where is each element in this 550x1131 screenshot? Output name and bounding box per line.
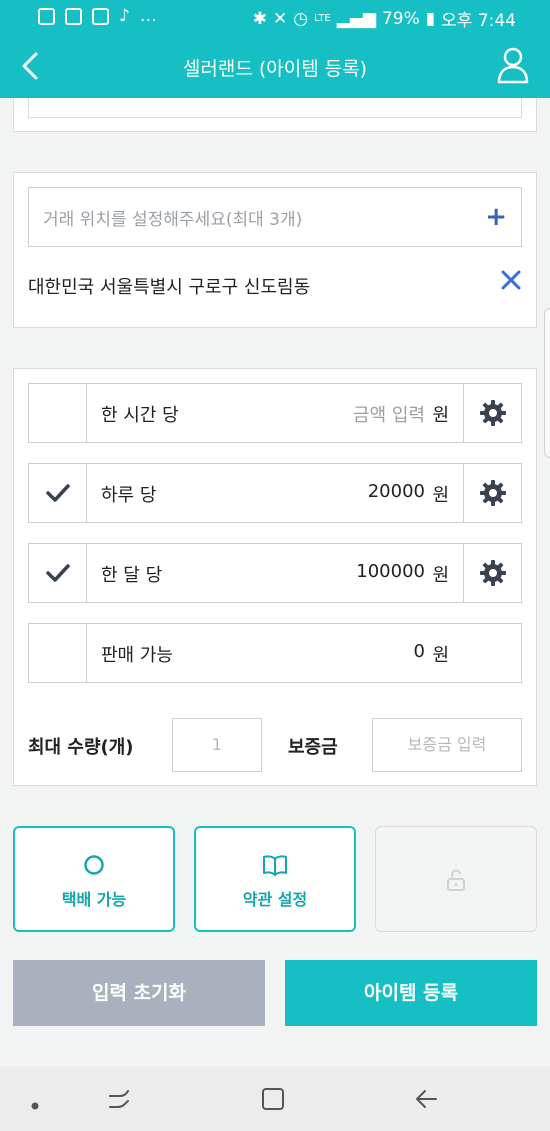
bag-notification-icon [92,7,109,25]
price-row-month[interactable]: 한 달 당 100000 원 [28,543,522,603]
unlock-icon [447,869,465,891]
price-label: 한 달 당 [101,565,163,586]
circle-icon [84,855,104,875]
gear-icon [480,560,506,586]
price-label: 판매 가능 [101,645,173,666]
previous-section-card [13,98,537,132]
mute-icon: ✕ [273,8,288,29]
add-location-icon[interactable]: + [485,204,507,230]
close-icon [501,270,521,290]
price-input[interactable]: 0 [414,641,425,662]
page-title: 셀러랜드 (아이템 등록) [182,58,368,80]
gear-icon [480,400,506,426]
price-unit: 원 [432,405,449,426]
previous-section-field[interactable] [28,98,522,118]
max-quantity-label: 최대 수량(개) [28,737,134,758]
deposit-input[interactable]: 보증금 입력 [372,718,522,772]
price-settings-button[interactable] [463,544,521,602]
price-unit: 원 [432,645,449,666]
alarm-icon: ◷ [293,8,309,29]
system-icons: ✱ ✕ ◷ LTE ▂▄▆ 79% ▮ 오후 7:44 [252,6,516,32]
network-type: LTE [314,13,331,24]
price-input[interactable]: 20000 [368,481,425,502]
price-label: 하루 당 [101,485,157,506]
location-input[interactable]: 거래 위치를 설정해주세요(최대 3개) + [28,187,522,247]
recents-icon [109,1090,129,1108]
profile-button[interactable] [496,46,530,84]
location-card: 거래 위치를 설정해주세요(최대 3개) + 대한민국 서울특별시 구로구 신도… [13,172,537,328]
gear-icon [480,480,506,506]
battery-icon: ▮ [425,8,436,29]
price-row-sale[interactable]: 판매 가능 0 원 [28,623,522,683]
clock: 오후 7:44 [441,11,516,31]
lock-option-button[interactable] [375,826,537,932]
price-row-hour[interactable]: 한 시간 당 금액 입력 원 [28,383,522,443]
user-icon [497,47,529,84]
terms-settings-button[interactable]: 약관 설정 [194,826,356,932]
system-nav-bar [0,1066,550,1131]
recent-apps-button[interactable] [106,1086,132,1116]
price-input[interactable]: 금액 입력 [353,401,425,427]
price-checkbox-hour[interactable] [29,384,87,442]
price-checkbox-month[interactable] [29,544,87,602]
more-notifications-icon: … [139,6,158,26]
back-arrow-icon [416,1090,437,1108]
price-label: 한 시간 당 [101,405,179,426]
price-row-day[interactable]: 하루 당 20000 원 [28,463,522,523]
check-icon [46,484,70,502]
price-checkbox-day[interactable] [29,464,87,522]
reset-input-button[interactable]: 입력 초기화 [13,960,265,1026]
register-item-button[interactable]: 아이템 등록 [285,960,537,1026]
price-unit: 원 [432,565,449,586]
location-item: 대한민국 서울특별시 구로구 신도림동 [28,277,311,298]
app-bar: 셀러랜드 (아이템 등록) [0,34,550,98]
app-notification-icon [38,7,55,25]
delivery-toggle-button[interactable]: 택배 가능 [13,826,175,932]
bell-icon: ♪ [119,6,130,26]
price-checkbox-sale[interactable] [29,624,87,682]
battery-percent: 79% [381,8,420,29]
home-button[interactable] [260,1086,286,1116]
location-placeholder: 거래 위치를 설정해주세요(최대 3개) [43,209,303,230]
check-icon [46,564,70,582]
terms-label: 약관 설정 [242,890,308,909]
remove-location-icon[interactable] [500,269,522,296]
home-icon [262,1088,284,1110]
status-bar: ♪ … ✱ ✕ ◷ LTE ▂▄▆ 79% ▮ 오후 7:44 [0,0,550,34]
max-quantity-input[interactable]: 1 [172,718,262,772]
book-icon [263,855,287,876]
deposit-label: 보증금 [288,737,338,758]
signal-icon: ▂▄▆ [336,8,376,29]
price-settings-button[interactable] [463,384,521,442]
pricing-card: 한 시간 당 금액 입력 원 하루 당 20000 원 한 달 당 100000… [13,368,537,786]
price-unit: 원 [432,485,449,506]
bluetooth-icon: ✱ [252,8,268,29]
delivery-label: 택배 가능 [61,890,127,909]
notification-icons: ♪ … [38,6,158,26]
nav-dot-icon [30,1096,40,1115]
scroll-indicator[interactable] [544,308,550,458]
price-input[interactable]: 100000 [356,561,425,582]
price-settings-button[interactable] [463,464,521,522]
image-notification-icon [65,7,82,25]
back-nav-button[interactable] [414,1086,440,1116]
